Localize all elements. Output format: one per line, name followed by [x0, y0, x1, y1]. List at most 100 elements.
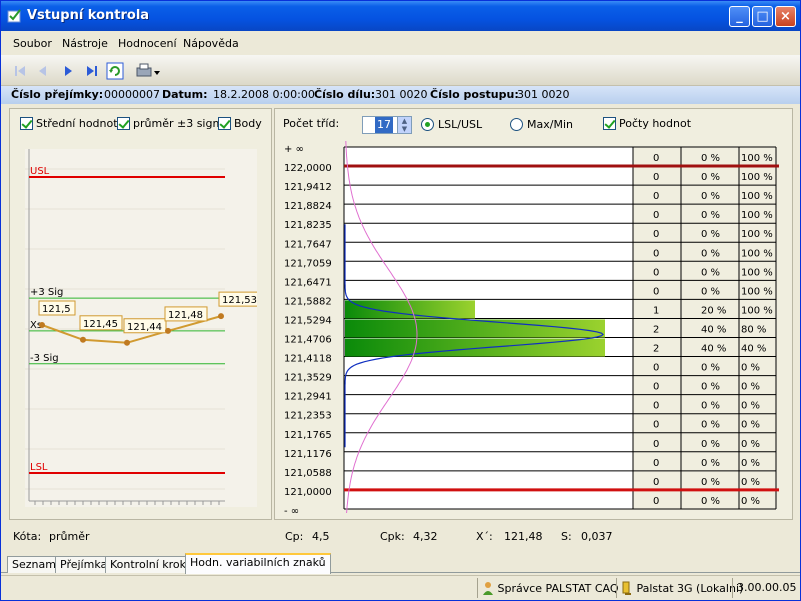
percent-cell: 0 % [701, 267, 720, 278]
percent-cell: 40 % [701, 324, 726, 335]
tab-seznam[interactable]: Seznam [7, 556, 61, 573]
cumulative-cell: 0 % [741, 496, 760, 507]
first-icon[interactable] [11, 62, 29, 80]
kota-label: Kóta: [13, 530, 42, 543]
histogram-bar [345, 319, 605, 338]
count-cell: 0 [653, 286, 659, 297]
menu-soubor[interactable]: Soubor [13, 37, 52, 50]
class-bound-label: 121,2941 [284, 392, 332, 403]
class-bound-label: 121,3529 [284, 373, 332, 384]
count-cell: 1 [653, 305, 659, 316]
menu-bar: Soubor Nástroje Hodnocení Nápověda [1, 31, 800, 55]
class-bound-label: 121,4118 [284, 354, 332, 365]
count-cell: 0 [653, 496, 659, 507]
dil-label: Číslo dílu: [314, 88, 376, 101]
cumulative-cell: 0 % [741, 420, 760, 431]
cumulative-cell: 100 % [741, 248, 773, 259]
body-checkbox[interactable]: Body [218, 117, 262, 130]
x-value: 121,48 [504, 530, 543, 543]
menu-napoveda[interactable]: Nápověda [183, 37, 239, 50]
datum-label: Datum: [162, 88, 208, 101]
tab-strip: Seznam Přejímka Kontrolní kroky Hodn. va… [1, 553, 800, 574]
spinner-arrows[interactable]: ▲ ▼ [397, 117, 411, 133]
cumulative-cell: 100 % [741, 305, 773, 316]
class-bound-label: 121,4706 [284, 335, 332, 346]
count-cell: 0 [653, 458, 659, 469]
count-cell: 0 [653, 210, 659, 221]
data-point [218, 313, 224, 320]
tab-prejimka[interactable]: Přejímka [55, 556, 113, 573]
print-icon[interactable] [135, 62, 161, 80]
percent-cell: 40 % [701, 344, 726, 355]
stredni-checkbox[interactable]: Střední hodnot [20, 117, 118, 130]
class-bound-label: + ∞ [284, 144, 304, 155]
percent-cell: 0 % [701, 286, 720, 297]
maxmin-radio[interactable]: Max/Min [510, 118, 573, 131]
lsl-usl-radio[interactable]: LSL/USL [421, 118, 482, 131]
count-cell: 0 [653, 172, 659, 183]
class-bound-label: - ∞ [284, 506, 299, 513]
minimize-button[interactable]: _ [729, 6, 750, 27]
cumulative-cell: 100 % [741, 153, 773, 164]
menu-hodnoceni[interactable]: Hodnocení [118, 37, 177, 50]
class-bound-label: 121,7059 [284, 258, 332, 269]
class-bound-label: 121,6471 [284, 277, 332, 288]
last-icon[interactable] [83, 62, 101, 80]
title-bar[interactable]: Vstupní kontrola _ □ × [1, 1, 800, 31]
status-user-text: Správce PALSTAT CAQ [497, 582, 619, 595]
maximize-button[interactable]: □ [752, 6, 773, 27]
pocet-trid-value[interactable]: 17 [375, 117, 393, 133]
histogram-chart: + ∞ 122,0000 121,9412 121,8824 121,8235 121,7… [284, 141, 779, 513]
class-bound-label: 121,0000 [284, 487, 332, 498]
prumer-checkbox[interactable]: průměr ±3 sigm [117, 117, 223, 130]
minus3-label: -3 Sig [30, 353, 59, 364]
cumulative-cell: 100 % [741, 191, 773, 202]
percent-cell: 0 % [701, 382, 720, 393]
count-cell: 0 [653, 382, 659, 393]
body-label: Body [234, 117, 262, 130]
cumulative-cell: 0 % [741, 439, 760, 450]
kota-value: průměr [49, 530, 90, 543]
cumulative-cell: 100 % [741, 210, 773, 221]
pocty-checkbox[interactable]: Počty hodnot [603, 117, 691, 130]
menu-nastroje[interactable]: Nástroje [62, 37, 108, 50]
cumulative-cell: 0 % [741, 401, 760, 412]
count-cell: 0 [653, 153, 659, 164]
data-point [124, 339, 130, 346]
class-bound-label: 121,2353 [284, 411, 332, 422]
data-label: 121,5 [42, 304, 71, 315]
lsl-usl-label: LSL/USL [438, 118, 483, 131]
dil-value: 301 0020 [375, 88, 428, 101]
cumulative-cell: 0 % [741, 382, 760, 393]
count-cell: 2 [653, 344, 659, 355]
pocet-trid-spinner[interactable]: 17 ▲ ▼ [362, 116, 412, 134]
cumulative-cell: 0 % [741, 477, 760, 488]
prejimka-value: 00000007 [104, 88, 160, 101]
percent-cell: 0 % [701, 172, 720, 183]
cp-value: 4,5 [312, 530, 330, 543]
user-icon [483, 582, 493, 595]
data-label: 121,44 [127, 322, 162, 333]
prev-icon[interactable] [34, 62, 52, 80]
s-label: S: [561, 530, 572, 543]
class-bound-label: 121,8235 [284, 220, 332, 231]
histogram-bar [345, 300, 475, 319]
pocet-label: Počet tříd: [283, 117, 340, 130]
percent-cell: 0 % [701, 439, 720, 450]
close-button[interactable]: × [775, 6, 796, 27]
percent-cell: 0 % [701, 229, 720, 240]
percent-cell: 0 % [701, 210, 720, 221]
percent-cell: 0 % [701, 420, 720, 431]
cumulative-cell: 0 % [741, 363, 760, 374]
count-cell: 0 [653, 439, 659, 450]
lsl-label: LSL [30, 462, 48, 473]
tab-kontrolni-kroky[interactable]: Kontrolní kroky [105, 556, 198, 573]
refresh-icon[interactable] [106, 62, 124, 80]
percent-cell: 0 % [701, 496, 720, 507]
postup-value: 301 0020 [517, 88, 570, 101]
tab-hodn-variabilnich[interactable]: Hodn. variabilních znaků [185, 553, 331, 574]
app-icon [7, 9, 21, 23]
next-icon[interactable] [59, 62, 77, 80]
x-label: X´: [476, 530, 493, 543]
data-point [80, 336, 86, 343]
